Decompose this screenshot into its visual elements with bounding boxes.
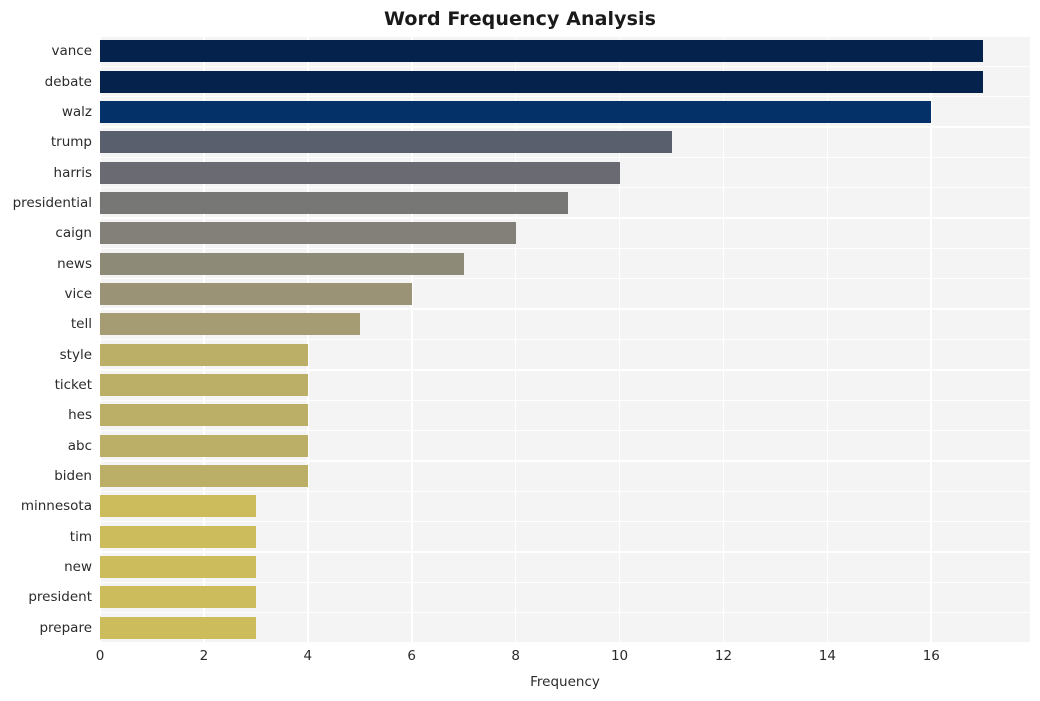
- bar-tell[interactable]: [100, 313, 360, 336]
- x-tick-label-6: 6: [407, 648, 417, 664]
- x-tick-label-0: 0: [95, 648, 105, 664]
- y-tick-label-minnesota: minnesota: [20, 498, 92, 515]
- y-tick-label-prepare: prepare: [39, 619, 92, 636]
- x-tick-label-2: 2: [199, 648, 209, 664]
- bar-president[interactable]: [100, 586, 256, 609]
- x-tick-label-12: 12: [714, 648, 733, 664]
- y-tick-label-presidential: presidential: [12, 194, 92, 211]
- bar-ticket[interactable]: [100, 374, 308, 397]
- x-tick-label-4: 4: [303, 648, 313, 664]
- bar-debate[interactable]: [100, 70, 984, 93]
- bar-vance[interactable]: [100, 40, 984, 63]
- bar-hes[interactable]: [100, 404, 308, 427]
- y-tick-label-vance: vance: [51, 43, 92, 60]
- y-tick-label-new: new: [64, 559, 92, 576]
- y-tick-label-trump: trump: [50, 134, 92, 151]
- bar-tim[interactable]: [100, 525, 256, 548]
- bar-abc[interactable]: [100, 434, 308, 457]
- bar-new[interactable]: [100, 556, 256, 579]
- bar-prepare[interactable]: [100, 616, 256, 639]
- chart-title: Word Frequency Analysis: [383, 8, 657, 30]
- y-tick-label-news: news: [57, 255, 92, 272]
- y-tick-label-ticket: ticket: [54, 377, 92, 394]
- bar-style[interactable]: [100, 343, 308, 366]
- bars-container: [100, 36, 1030, 643]
- y-tick-label-tim: tim: [69, 528, 92, 545]
- y-tick-label-abc: abc: [67, 437, 92, 454]
- x-tick-label-10: 10: [610, 648, 629, 664]
- bar-presidential[interactable]: [100, 191, 568, 214]
- plot-area: [99, 35, 1030, 644]
- bar-caign[interactable]: [100, 222, 516, 245]
- bar-minnesota[interactable]: [100, 495, 256, 518]
- x-tick-label-14: 14: [818, 648, 836, 664]
- bar-trump[interactable]: [100, 131, 672, 154]
- y-tick-label-biden: biden: [54, 468, 92, 485]
- bar-vice[interactable]: [100, 282, 412, 305]
- y-tick-label-style: style: [59, 346, 92, 363]
- y-tick-label-walz: walz: [61, 103, 92, 120]
- y-axis-tick-labels: vance debate walz trump harris presidential ca…: [0, 36, 92, 643]
- chart-figure: Word Frequency Analysis vance debate walz t…: [0, 0, 1040, 701]
- y-tick-label-debate: debate: [44, 73, 92, 90]
- x-axis-title: Frequency: [530, 674, 600, 690]
- y-tick-label-harris: harris: [53, 164, 92, 181]
- bar-harris[interactable]: [100, 161, 620, 184]
- y-tick-label-vice: vice: [64, 285, 92, 302]
- y-tick-label-caign: caign: [55, 225, 92, 242]
- y-tick-label-hes: hes: [68, 407, 92, 424]
- bar-biden[interactable]: [100, 465, 308, 488]
- bar-news[interactable]: [100, 252, 464, 275]
- x-tick-label-8: 8: [511, 648, 520, 664]
- x-tick-label-16: 16: [922, 648, 940, 664]
- x-axis-tick-labels: 0 2 4 6 8 10 12 14 16: [96, 648, 1030, 668]
- bar-walz[interactable]: [100, 100, 932, 123]
- y-tick-label-president: president: [28, 589, 92, 606]
- y-tick-label-tell: tell: [70, 316, 92, 333]
